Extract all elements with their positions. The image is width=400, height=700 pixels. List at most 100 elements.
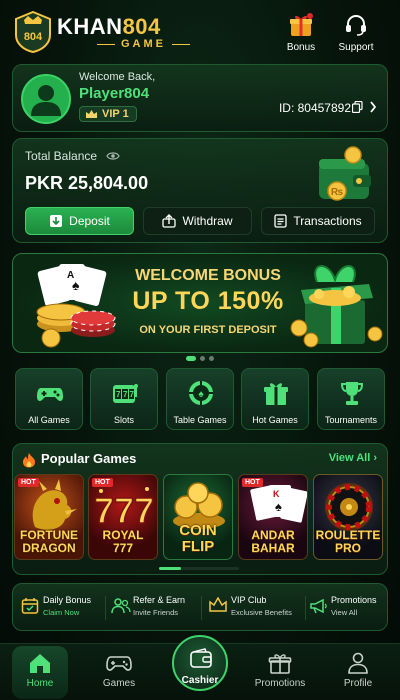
- carousel-scroll-indicator: [159, 567, 239, 570]
- scroll-thumb: [159, 567, 181, 570]
- category-table-games[interactable]: ♠ Table Games: [166, 368, 234, 430]
- copy-icon[interactable]: [352, 101, 363, 113]
- promo-subtitle: Exclusive Benefits: [231, 608, 292, 617]
- nav-cashier[interactable]: Cashier: [172, 635, 228, 691]
- section-title: Popular Games: [41, 451, 137, 466]
- trophy-icon: [340, 382, 364, 405]
- category-label: Slots: [113, 415, 134, 425]
- category-label: All Games: [28, 415, 70, 425]
- slots-icon: 7 7 7: [113, 384, 138, 403]
- user-icon: [348, 652, 368, 674]
- pagination-dot[interactable]: [200, 356, 205, 361]
- chip-icon: ♠: [189, 381, 213, 405]
- welcome-bonus-banner[interactable]: A ♠ WELCOME BONUS UP TO 150% ON YOUR FIR…: [12, 253, 388, 353]
- game-card-roulette-pro[interactable]: ROULETTE PRO: [313, 474, 383, 560]
- pagination-dot[interactable]: [209, 356, 214, 361]
- svg-text:♠: ♠: [72, 277, 80, 293]
- svg-text:7: 7: [123, 390, 128, 399]
- home-icon: [30, 654, 50, 673]
- svg-text:7: 7: [116, 390, 121, 399]
- gamepad-icon: [106, 656, 132, 671]
- banner-subtitle: ON YOUR FIRST DEPOSIT: [139, 324, 277, 336]
- eye-icon[interactable]: [106, 151, 120, 161]
- welcome-text: Welcome Back,: [79, 71, 156, 83]
- promo-title: Refer & Earn: [133, 595, 186, 605]
- player-name: Player804: [79, 85, 150, 102]
- category-hot-games[interactable]: Hot Games: [241, 368, 309, 430]
- withdraw-button[interactable]: Withdraw: [143, 207, 252, 235]
- nav-label: Home: [26, 678, 54, 689]
- nav-home[interactable]: Home: [10, 652, 70, 689]
- game-card-royal-777[interactable]: 777 HOT ROYAL 777: [88, 474, 158, 560]
- wallet-icon: [190, 648, 212, 668]
- megaphone-icon: [310, 598, 327, 614]
- logo-badge: 804: [14, 10, 52, 54]
- pagination-dot-active[interactable]: [186, 356, 196, 361]
- promo-title: VIP Club: [231, 595, 267, 605]
- logo-sub: GAME: [91, 38, 196, 50]
- chevron-right-icon[interactable]: [369, 101, 377, 113]
- svg-text:777: 777: [94, 490, 154, 531]
- promo-daily-bonus[interactable]: Daily Bonus Claim Now: [19, 592, 103, 624]
- svg-text:K: K: [273, 489, 280, 499]
- bonus-button[interactable]: Bonus: [277, 12, 325, 53]
- view-all-link[interactable]: View All ›: [329, 452, 377, 464]
- game-card-andar-bahar[interactable]: K ♠ HOT ANDAR BAHAR: [238, 474, 308, 560]
- category-tournaments[interactable]: Tournaments: [317, 368, 385, 430]
- nav-promotions[interactable]: Promotions: [250, 652, 310, 689]
- category-label: Tournaments: [324, 415, 378, 425]
- gift-icon: [268, 654, 292, 674]
- chevron-right-icon: ›: [373, 452, 377, 464]
- view-all-label: View All: [328, 452, 371, 464]
- banner-headline: UP TO 150%: [132, 287, 284, 315]
- fire-icon: [23, 453, 35, 468]
- deposit-label: Deposit: [69, 214, 110, 228]
- crown-icon: [86, 110, 97, 118]
- game-title-line2: 777: [112, 541, 134, 555]
- user-id: ID: 80457892: [278, 101, 351, 115]
- support-button[interactable]: Support: [332, 12, 380, 53]
- gift-icon: [290, 13, 313, 36]
- gamepad-icon: [37, 388, 63, 401]
- promo-subtitle: Invite Friends: [133, 608, 179, 617]
- users-icon: [111, 598, 131, 614]
- category-all-games[interactable]: All Games: [15, 368, 83, 430]
- nav-label: Promotions: [254, 678, 306, 689]
- transactions-button[interactable]: Transactions: [261, 207, 375, 235]
- game-title-line2: DRAGON: [22, 541, 76, 555]
- divider: [201, 596, 202, 620]
- banner-pagination: [186, 356, 214, 361]
- game-title-line2: FLIP: [181, 538, 215, 555]
- hot-badge: HOT: [18, 478, 39, 487]
- withdraw-label: Withdraw: [182, 214, 233, 228]
- balance-card: Total Balance PKR 25,804.00 ₨ Deposit Wi…: [12, 138, 388, 243]
- promo-vip-club[interactable]: VIP Club Exclusive Benefits: [207, 592, 307, 624]
- game-card-coin-flip[interactable]: COIN FLIP: [163, 474, 233, 560]
- game-title: COIN FLIP: [164, 523, 232, 555]
- avatar: [21, 74, 71, 124]
- game-card-fortune-dragon[interactable]: HOT FORTUNE DRAGON: [14, 474, 84, 560]
- deposit-icon: [50, 215, 63, 227]
- game-title-line2: BAHAR: [251, 541, 295, 555]
- balance-amount: PKR 25,804.00: [25, 173, 149, 193]
- logo-main: KHAN: [57, 14, 123, 39]
- promo-subtitle: Claim Now: [43, 608, 80, 617]
- balance-label: Total Balance: [25, 149, 98, 163]
- deposit-button[interactable]: Deposit: [25, 207, 134, 235]
- nav-games[interactable]: Games: [89, 652, 149, 689]
- nav-profile[interactable]: Profile: [328, 652, 388, 689]
- hot-badge: HOT: [92, 478, 113, 487]
- profile-card[interactable]: Welcome Back, Player804 VIP 1 ID: 804578…: [12, 64, 388, 132]
- svg-text:₨: ₨: [331, 187, 343, 198]
- category-slots[interactable]: 7 7 7 Slots: [90, 368, 158, 430]
- promo-refer-earn[interactable]: Refer & Earn Invite Friends: [109, 592, 199, 624]
- support-label: Support: [338, 42, 374, 53]
- game-title: ROULETTE PRO: [314, 529, 382, 555]
- promo-promotions[interactable]: Promotions View All: [307, 592, 387, 624]
- logo-text: KHAN804: [57, 14, 161, 40]
- promo-title: Daily Bonus: [43, 595, 92, 605]
- promo-title: Promotions: [331, 595, 377, 605]
- headset-icon: [346, 15, 366, 36]
- game-title: FORTUNE DRAGON: [15, 529, 83, 555]
- hot-badge: HOT: [242, 478, 263, 487]
